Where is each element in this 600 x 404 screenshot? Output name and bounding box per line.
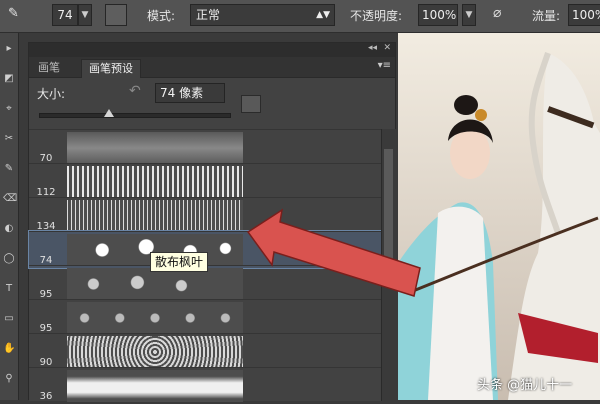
watermark-text: 头条 @猫儿十一 xyxy=(477,378,573,393)
annotation-arrow xyxy=(246,208,421,297)
